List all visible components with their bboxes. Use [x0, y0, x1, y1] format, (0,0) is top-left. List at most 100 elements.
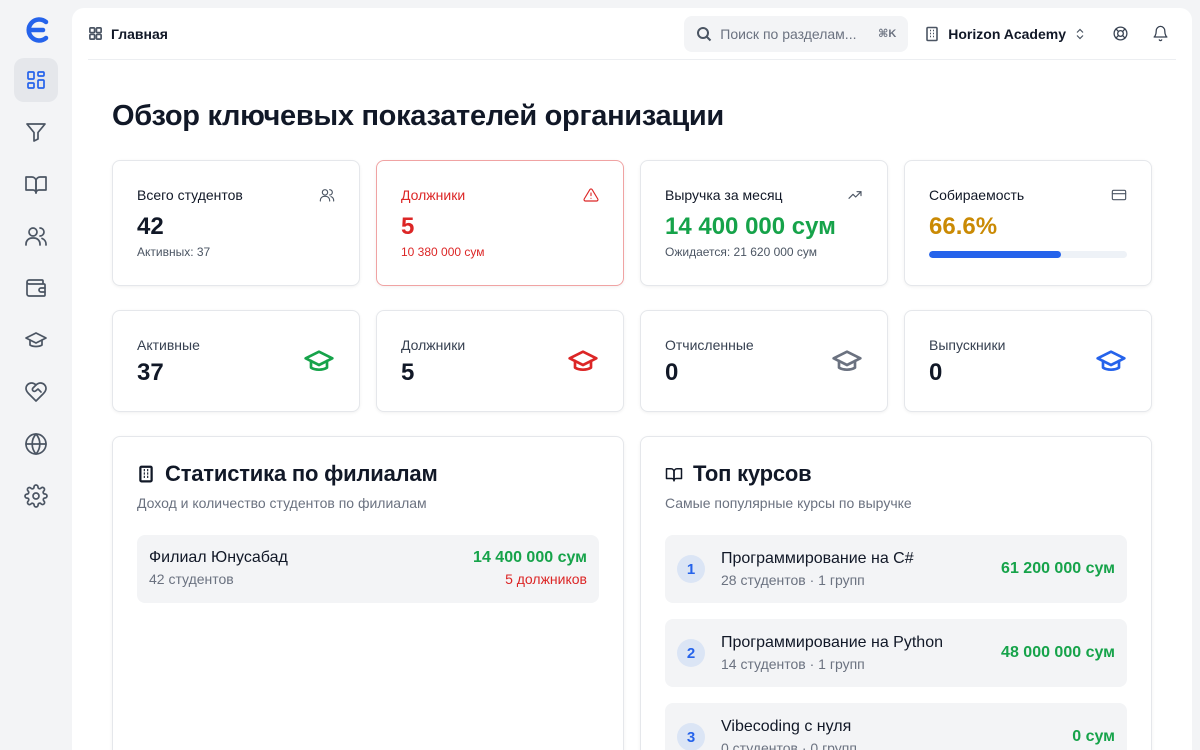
- collection-progress-fill: [929, 251, 1061, 258]
- notifications-button[interactable]: [1144, 18, 1176, 50]
- status-label: Отчисленные: [665, 337, 754, 353]
- sidebar-item-settings[interactable]: [14, 474, 58, 518]
- kpi-label: Всего студентов: [137, 187, 243, 203]
- graduation-cap-icon: [832, 350, 862, 371]
- branch-debtors: 5 должников: [505, 571, 587, 587]
- sidebar-item-partners[interactable]: [14, 370, 58, 414]
- organization-switcher[interactable]: Horizon Academy: [924, 26, 1086, 42]
- trending-up-icon: [848, 191, 862, 199]
- kpi-subtext: Активных: 37: [137, 245, 211, 259]
- kpi-label: Выручка за месяц: [665, 187, 783, 203]
- kpi-value: 42: [137, 213, 164, 240]
- book-open-icon: [665, 468, 683, 482]
- search-shortcut: ⌘K: [878, 28, 897, 40]
- branch-row[interactable]: Филиал Юнусабад 42 студентов 14 400 000 …: [137, 535, 599, 603]
- course-name: Vibecoding с нуля: [721, 718, 852, 735]
- course-meta: 28 студентов · 1 групп: [721, 572, 865, 588]
- course-name: Программирование на C#: [721, 550, 914, 567]
- sidebar-item-website[interactable]: [14, 422, 58, 466]
- course-rank: 3: [677, 723, 705, 750]
- status-card-graduates: Выпускники 0: [904, 310, 1152, 412]
- users-icon: [25, 227, 47, 246]
- course-revenue: 48 000 000 сум: [1001, 644, 1115, 661]
- graduation-cap-icon: [25, 332, 47, 348]
- credit-card-icon: [1111, 189, 1127, 201]
- dashboard-grid-icon: [89, 27, 102, 40]
- status-card-debtors: Должники 5: [376, 310, 624, 412]
- course-meta: 0 студентов · 0 групп: [721, 740, 857, 750]
- status-value: 0: [929, 359, 943, 386]
- settings-gear-icon: [24, 484, 48, 508]
- sidebar-item-finance[interactable]: [14, 266, 58, 310]
- globe-icon: [25, 433, 47, 455]
- bell-icon: [1152, 25, 1168, 42]
- warning-triangle-icon: [583, 188, 599, 202]
- kpi-card-collection: Собираемость 66.6%: [904, 160, 1152, 286]
- panel-subtitle: Доход и количество студентов по филиалам: [137, 495, 427, 511]
- course-name: Программирование на Python: [721, 634, 943, 651]
- sidebar: [0, 0, 72, 750]
- status-value: 0: [665, 359, 679, 386]
- collection-progress-bar: [929, 251, 1127, 258]
- kpi-card-students: Всего студентов 42 Активных: 37: [112, 160, 360, 286]
- dashboard-grid-icon: [27, 71, 45, 89]
- status-label: Должники: [401, 337, 466, 353]
- course-revenue: 61 200 000 сум: [1001, 560, 1115, 577]
- status-card-expelled: Отчисленные 0: [640, 310, 888, 412]
- kpi-subtext: Ожидается: 21 620 000 сум: [665, 245, 818, 259]
- graduation-cap-icon: [1096, 350, 1126, 371]
- course-rank: 1: [677, 555, 705, 583]
- kpi-card-debtors: Должники 5 10 380 000 сум: [376, 160, 624, 286]
- branch-name: Филиал Юнусабад: [149, 549, 288, 566]
- kpi-label: Должники: [401, 187, 466, 203]
- topbar: Главная Поиск по разделам... ⌘K Horizon …: [88, 8, 1176, 60]
- filter-funnel-icon: [26, 123, 46, 142]
- graduation-cap-icon: [304, 350, 334, 371]
- kpi-card-revenue: Выручка за месяц 14 400 000 сум Ожидаетс…: [640, 160, 888, 286]
- building-icon: [139, 465, 153, 483]
- panel-title: Статистика по филиалам: [165, 461, 438, 486]
- course-row[interactable]: 2 Программирование на Python 14 студенто…: [665, 619, 1127, 687]
- kpi-value: 14 400 000 сум: [665, 213, 836, 240]
- branch-revenue: 14 400 000 сум: [473, 549, 587, 566]
- brand-e-logo[interactable]: [20, 14, 52, 46]
- support-button[interactable]: [1104, 18, 1136, 50]
- course-revenue: 0 сум: [1072, 728, 1115, 745]
- course-row[interactable]: 1 Программирование на C# 28 студентов · …: [665, 535, 1127, 603]
- course-rank: 2: [677, 639, 705, 667]
- kpi-label: Собираемость: [929, 187, 1025, 203]
- status-label: Выпускники: [929, 337, 1006, 353]
- status-label: Активные: [137, 337, 200, 353]
- building-icon: [926, 26, 939, 41]
- status-value: 5: [401, 359, 415, 386]
- breadcrumb[interactable]: Главная: [88, 26, 168, 42]
- branch-students: 42 студентов: [149, 571, 234, 587]
- graduation-cap-icon: [568, 350, 598, 371]
- kpi-value: 5: [401, 213, 415, 240]
- status-value: 37: [137, 359, 164, 386]
- panel-title: Топ курсов: [693, 461, 812, 486]
- sidebar-item-courses[interactable]: [14, 162, 58, 206]
- sidebar-item-leads[interactable]: [14, 110, 58, 154]
- kpi-value: 66.6%: [929, 213, 998, 240]
- search-placeholder: Поиск по разделам...: [720, 25, 857, 42]
- course-meta: 14 студентов · 1 групп: [721, 656, 865, 672]
- heart-handshake-icon: [25, 382, 47, 402]
- page-title: Обзор ключевых показателей организации: [112, 100, 724, 132]
- search-input[interactable]: Поиск по разделам... ⌘K: [684, 15, 909, 52]
- book-open-icon: [25, 176, 47, 194]
- panel-subtitle: Самые популярные курсы по выручке: [665, 495, 912, 511]
- sidebar-item-dashboard[interactable]: [14, 58, 58, 102]
- sidebar-item-education[interactable]: [14, 318, 58, 362]
- wallet-icon: [26, 279, 46, 297]
- search-icon: [697, 26, 712, 41]
- branch-stats-panel: Статистика по филиалам Доход и количеств…: [112, 436, 624, 750]
- chevron-up-down-icon: [1076, 28, 1084, 39]
- users-icon: [319, 189, 335, 202]
- lifebuoy-icon: [1112, 26, 1128, 41]
- main-panel: Главная Поиск по разделам... ⌘K Horizon …: [72, 8, 1192, 750]
- course-row[interactable]: 3 Vibecoding с нуля 0 студентов · 0 груп…: [665, 703, 1127, 750]
- sidebar-item-students[interactable]: [14, 214, 58, 258]
- kpi-subtext: 10 380 000 сум: [401, 245, 485, 259]
- organization-name: Horizon Academy: [948, 25, 1066, 42]
